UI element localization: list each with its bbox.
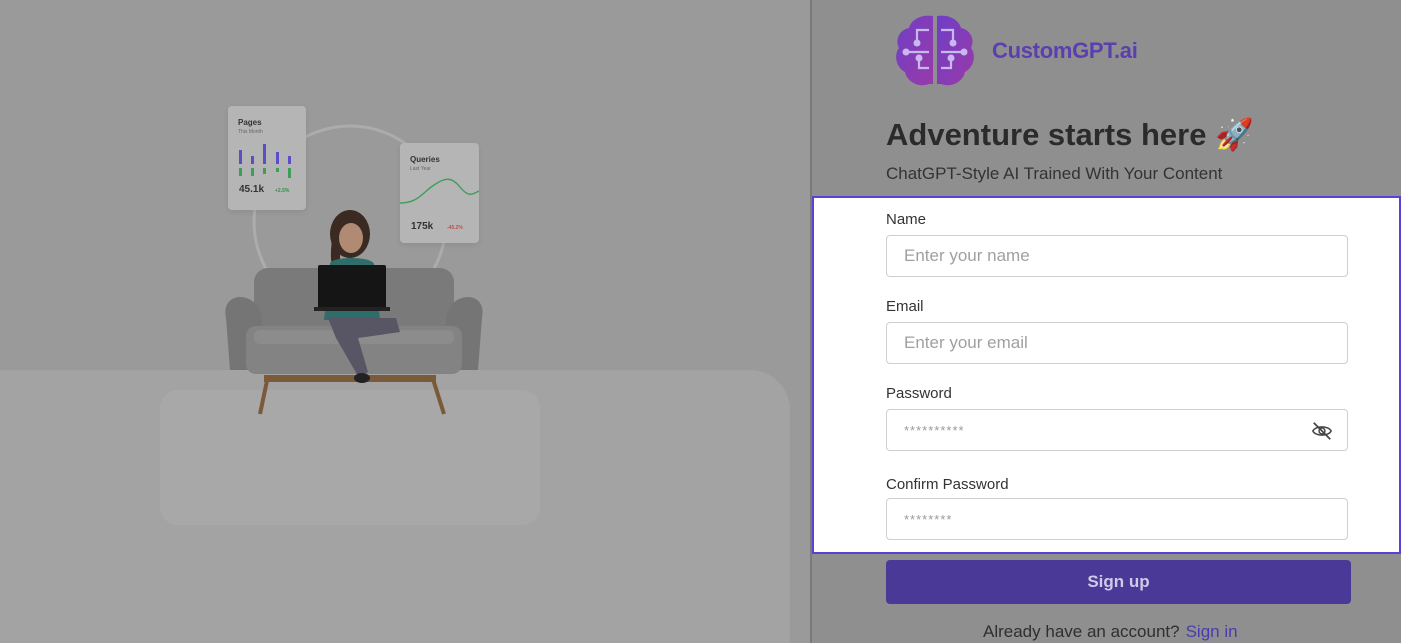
illustration-panel: Pages This Month 45.1k +2.5% Queries Las… — [0, 0, 810, 643]
email-input[interactable] — [887, 323, 1304, 363]
pages-card-delta: +2.5% — [275, 188, 290, 194]
person-on-sofa-illustration — [225, 210, 483, 415]
signin-prompt: Already have an account? Sign in — [983, 622, 1238, 642]
signin-prompt-text: Already have an account? — [983, 622, 1180, 641]
email-field-wrapper — [886, 322, 1348, 364]
page-title: Adventure starts here 🚀 — [886, 117, 1254, 152]
pages-card-subtitle: This Month — [238, 129, 263, 135]
password-field-wrapper — [886, 409, 1348, 451]
queries-card-title: Queries — [410, 155, 440, 164]
brand-name: CustomGPT.ai — [992, 38, 1138, 63]
confirm-password-field-wrapper — [886, 498, 1348, 540]
pages-bar-chart — [239, 144, 291, 178]
email-label: Email — [886, 298, 924, 315]
name-field-wrapper — [886, 235, 1348, 277]
confirm-password-label: Confirm Password — [886, 476, 1009, 493]
password-input[interactable] — [887, 410, 1304, 450]
pages-stat-card: Pages This Month 45.1k +2.5% — [228, 106, 306, 210]
brain-logo-icon — [896, 15, 974, 86]
eye-off-icon[interactable] — [1311, 420, 1333, 442]
name-label: Name — [886, 211, 927, 228]
pages-card-title: Pages — [238, 118, 262, 127]
page-subtitle: ChatGPT-Style AI Trained With Your Conte… — [886, 164, 1223, 183]
sign-up-button[interactable]: Sign up — [886, 560, 1351, 604]
name-input[interactable] — [887, 236, 1304, 276]
pages-card-value: 45.1k — [239, 184, 265, 195]
password-label: Password — [886, 385, 952, 402]
sign-in-link[interactable]: Sign in — [1186, 622, 1238, 641]
confirm-password-input[interactable] — [887, 499, 1304, 539]
queries-card-subtitle: Last Year — [410, 166, 431, 172]
